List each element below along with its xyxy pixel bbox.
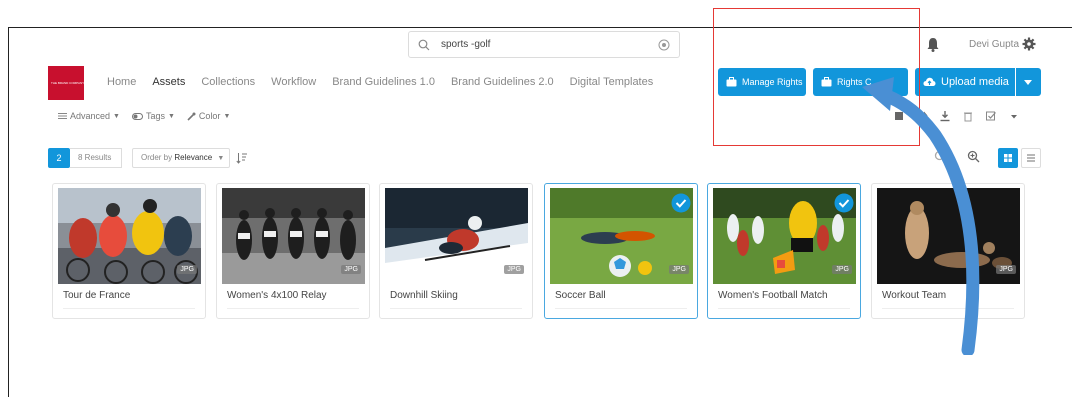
caret-down-icon: ▼ xyxy=(167,112,175,120)
asset-title[interactable]: Women's Football Match xyxy=(718,290,828,301)
divider xyxy=(555,308,687,309)
sort-icon[interactable] xyxy=(236,152,248,164)
selected-check-icon[interactable] xyxy=(834,193,854,213)
grid-icon xyxy=(1004,154,1012,162)
toggle-icon xyxy=(131,112,143,120)
order-by-dropdown[interactable]: Order by Relevance ▼ xyxy=(132,148,230,168)
divider xyxy=(882,308,1014,309)
asset-title[interactable]: Women's 4x100 Relay xyxy=(227,290,327,301)
asset-card[interactable]: JPG Women's 4x100 Relay xyxy=(216,183,370,319)
search-icon xyxy=(418,39,430,51)
upload-options-button[interactable] xyxy=(1016,68,1041,96)
asset-card[interactable]: JPG Tour de France xyxy=(52,183,206,319)
asset-title[interactable]: Soccer Ball xyxy=(555,290,606,301)
asset-card[interactable]: JPG Downhill Skiing xyxy=(379,183,533,319)
main-nav: Home Assets Collections Workflow Brand G… xyxy=(107,76,669,88)
search-input[interactable]: sports -golf xyxy=(441,39,490,50)
divider xyxy=(63,308,195,309)
briefcase-icon xyxy=(726,77,737,87)
search-bar[interactable]: sports -golf xyxy=(408,31,680,58)
caret-down-icon xyxy=(1024,79,1032,85)
file-type-badge: JPG xyxy=(996,265,1016,274)
divider xyxy=(227,308,359,309)
file-type-badge: JPG xyxy=(832,265,852,274)
gear-icon[interactable] xyxy=(1022,37,1036,51)
asset-card[interactable]: JPG Workout Team xyxy=(871,183,1025,319)
file-type-badge: JPG xyxy=(177,265,197,274)
caret-down-icon: ▼ xyxy=(113,112,120,120)
advanced-filter[interactable]: Advanced ▼ xyxy=(58,111,120,121)
bulk-actions-toolbar xyxy=(893,110,1031,122)
sliders-icon xyxy=(58,113,67,119)
zoom-out-icon[interactable] xyxy=(934,150,947,163)
copy-icon[interactable] xyxy=(893,110,905,122)
nav-brand-guidelines-1[interactable]: Brand Guidelines 1.0 xyxy=(332,76,435,88)
nav-home[interactable]: Home xyxy=(107,76,136,88)
file-type-badge: JPG xyxy=(341,265,361,274)
grid-view-button[interactable] xyxy=(998,148,1018,168)
nav-assets[interactable]: Assets xyxy=(152,76,185,88)
manage-rights-button[interactable]: Manage Rights xyxy=(718,68,806,96)
color-filter[interactable]: Color ▼ xyxy=(187,111,230,121)
results-count: 8 Results xyxy=(70,148,122,168)
eyedropper-icon xyxy=(187,112,196,121)
caret-down-icon[interactable] xyxy=(1008,110,1020,122)
briefcase-icon xyxy=(821,77,832,87)
asset-title[interactable]: Tour de France xyxy=(63,290,130,301)
check-square-icon[interactable] xyxy=(985,110,997,122)
asset-card-selected[interactable]: JPG Soccer Ball xyxy=(544,183,698,319)
upload-media-button[interactable]: Upload media xyxy=(915,68,1015,96)
list-icon xyxy=(1027,154,1035,162)
cloud-upload-icon xyxy=(923,77,936,86)
rights-button[interactable]: Rights C xyxy=(813,68,908,96)
nav-digital-templates[interactable]: Digital Templates xyxy=(570,76,654,88)
brand-logo[interactable]: THE BRAND COMPANY xyxy=(48,66,84,100)
nav-brand-guidelines-2[interactable]: Brand Guidelines 2.0 xyxy=(451,76,554,88)
selected-count-badge[interactable]: 2 xyxy=(48,148,70,168)
nav-workflow[interactable]: Workflow xyxy=(271,76,316,88)
file-type-badge: JPG xyxy=(504,265,524,274)
user-name[interactable]: Devi Gupta xyxy=(969,39,1019,50)
selected-check-icon[interactable] xyxy=(671,193,691,213)
divider xyxy=(718,308,850,309)
asset-title[interactable]: Downhill Skiing xyxy=(390,290,458,301)
asset-title[interactable]: Workout Team xyxy=(882,290,946,301)
nav-collections[interactable]: Collections xyxy=(201,76,255,88)
zoom-controls xyxy=(934,150,1000,163)
trash-icon[interactable] xyxy=(962,110,974,122)
clear-search-icon[interactable] xyxy=(658,39,670,51)
download-icon[interactable] xyxy=(939,110,951,122)
file-type-badge: JPG xyxy=(669,265,689,274)
tags-filter[interactable]: Tags ▼ xyxy=(131,111,175,121)
divider xyxy=(390,308,522,309)
share-icon[interactable] xyxy=(916,110,928,122)
list-view-button[interactable] xyxy=(1021,148,1041,168)
bell-icon[interactable] xyxy=(926,37,940,52)
caret-down-icon: ▼ xyxy=(217,155,225,162)
asset-card-selected[interactable]: JPG Women's Football Match xyxy=(707,183,861,319)
zoom-in-icon[interactable] xyxy=(967,150,980,163)
filter-bar: Advanced ▼ Tags ▼ Color ▼ xyxy=(58,111,242,121)
caret-down-icon: ▼ xyxy=(223,112,231,120)
